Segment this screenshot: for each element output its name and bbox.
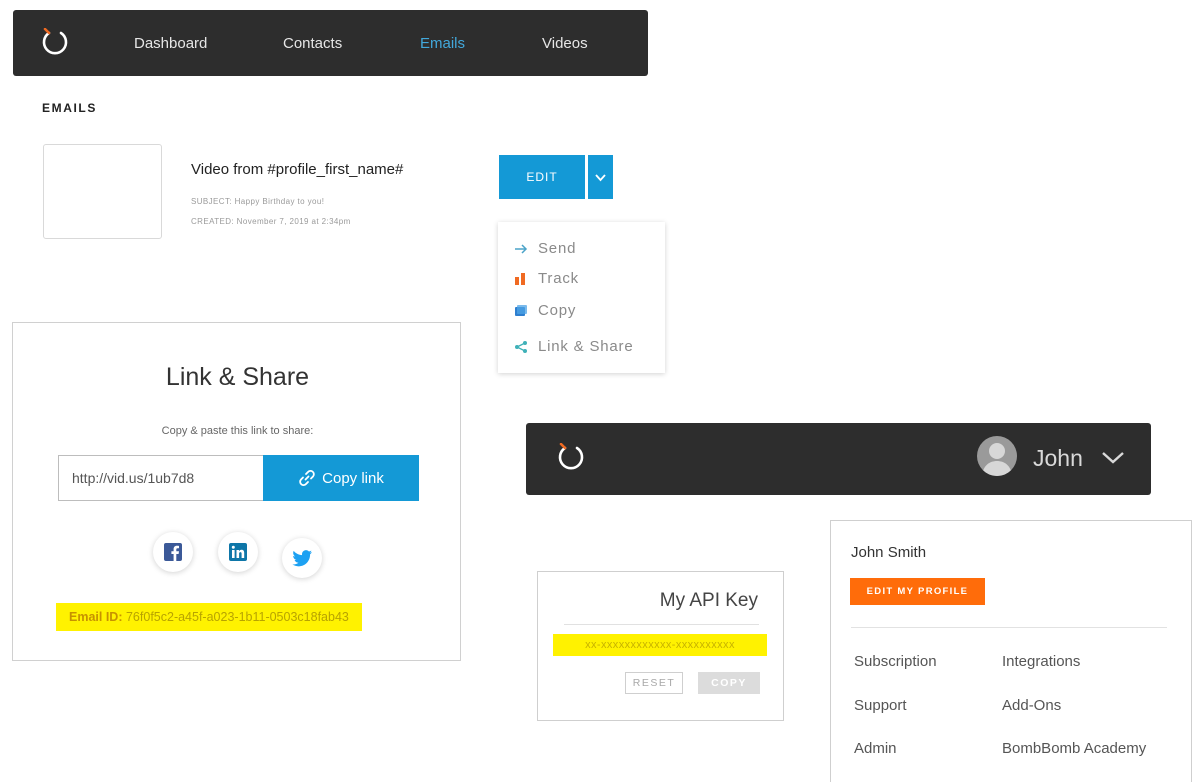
api-key-card: My API Key xx-xxxxxxxxxxxx-xxxxxxxxxx RE… [537, 571, 784, 721]
section-title: EMAILS [42, 101, 97, 115]
menu-item-track[interactable]: Track [514, 270, 579, 287]
top-nav-bar: Dashboard Contacts Emails Videos [13, 10, 648, 76]
copy-button[interactable]: COPY [698, 672, 760, 694]
menu-item-label: Track [538, 270, 579, 287]
edit-menu-toggle[interactable] [588, 155, 613, 199]
nav-videos[interactable]: Videos [542, 35, 588, 52]
link-icon [299, 470, 315, 486]
edit-button[interactable]: EDIT [499, 155, 585, 199]
menu-admin[interactable]: Admin [854, 740, 897, 757]
menu-support[interactable]: Support [854, 697, 907, 714]
facebook-icon [164, 543, 182, 561]
copy-link-label: Copy link [322, 469, 384, 487]
divider [564, 624, 759, 625]
chevron-down-icon[interactable] [1101, 450, 1125, 466]
menu-add-ons[interactable]: Add-Ons [1002, 697, 1061, 714]
arrow-right-icon [515, 243, 528, 254]
nav-emails[interactable]: Emails [420, 35, 465, 52]
power-ring-logo[interactable] [556, 443, 586, 473]
email-thumbnail[interactable] [43, 144, 162, 239]
chevron-down-icon [595, 174, 606, 182]
copy-icon [515, 304, 527, 316]
nav-contacts[interactable]: Contacts [283, 35, 342, 52]
share-link-input[interactable] [58, 455, 264, 501]
api-key-value: xx-xxxxxxxxxxxx-xxxxxxxxxx [553, 634, 767, 656]
menu-item-link-share[interactable]: Link & Share [514, 338, 633, 355]
email-subject: SUBJECT: Happy Birthday to you! [191, 197, 325, 206]
menu-item-label: Copy [538, 302, 577, 319]
profile-menu: John Smith EDIT MY PROFILE Subscription … [830, 520, 1192, 782]
api-key-title: My API Key [659, 590, 758, 611]
email-name[interactable]: Video from #profile_first_name# [191, 161, 403, 178]
email-id-label: Email ID: [69, 610, 123, 624]
user-avatar-icon [982, 443, 1012, 476]
facebook-button[interactable] [153, 532, 193, 572]
linkedin-icon [229, 543, 247, 561]
reset-button[interactable]: RESET [625, 672, 683, 694]
menu-bombbomb-academy[interactable]: BombBomb Academy [1002, 740, 1146, 757]
linkedin-button[interactable] [218, 532, 258, 572]
share-subtitle: Copy & paste this link to share: [161, 425, 314, 437]
email-id-value: 76f0f5c2-a45f-a023-1b11-0503c18fab43 [125, 610, 349, 624]
menu-item-send[interactable]: Send [514, 240, 576, 257]
bar-chart-icon [515, 272, 525, 285]
nav-dashboard[interactable]: Dashboard [134, 35, 207, 52]
twitter-icon [292, 549, 312, 566]
avatar[interactable] [977, 436, 1017, 476]
email-id-badge: Email ID: 76f0f5c2-a45f-a023-1b11-0503c1… [56, 603, 362, 631]
email-created: CREATED: November 7, 2019 at 2:34pm [191, 217, 351, 226]
divider [851, 627, 1167, 628]
email-actions-menu: Send Track Copy Link & Share [498, 222, 665, 373]
profile-full-name: John Smith [851, 544, 927, 561]
twitter-button[interactable] [282, 538, 322, 578]
menu-integrations[interactable]: Integrations [1002, 653, 1080, 670]
edit-profile-button[interactable]: EDIT MY PROFILE [850, 578, 985, 605]
copy-link-button[interactable]: Copy link [263, 455, 419, 501]
share-icon [515, 340, 527, 353]
user-name[interactable]: John [1033, 445, 1083, 472]
power-ring-logo[interactable] [40, 28, 70, 58]
user-nav-bar: John [526, 423, 1151, 495]
share-title: Link & Share [165, 363, 310, 391]
menu-item-label: Link & Share [538, 338, 634, 355]
link-share-card: Link & Share Copy & paste this link to s… [12, 322, 461, 661]
menu-item-label: Send [538, 240, 577, 257]
menu-subscription[interactable]: Subscription [854, 653, 937, 670]
menu-item-copy[interactable]: Copy [514, 302, 576, 319]
